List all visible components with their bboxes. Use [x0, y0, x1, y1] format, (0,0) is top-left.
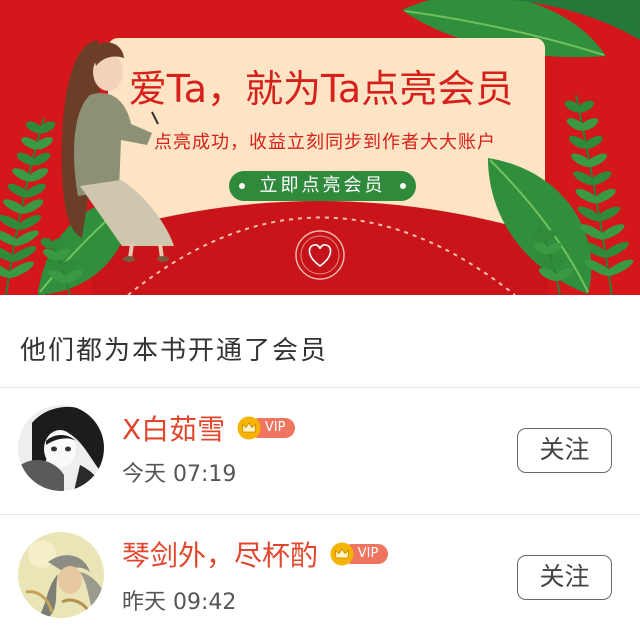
- section-title: 他们都为本书开通了会员: [20, 336, 329, 366]
- avatar[interactable]: [18, 405, 104, 491]
- banner-title: 爱Ta，就为Ta点亮会员: [128, 67, 514, 111]
- banner-subtitle: 点亮成功，收益立刻同步到作者大大账户: [154, 132, 496, 153]
- avatar-anime-girl-icon: [18, 405, 104, 491]
- activate-membership-label: 立即点亮会员: [259, 175, 386, 196]
- vip-badge: VIP: [330, 542, 389, 566]
- member-timestamp: 昨天 09:42: [122, 590, 237, 615]
- activate-membership-button[interactable]: 立即点亮会员: [229, 171, 416, 201]
- member-timestamp: 今天 07:19: [122, 462, 237, 487]
- member-name-line: X白茹雪 VIP: [122, 412, 296, 448]
- follow-button[interactable]: 关注: [517, 428, 612, 473]
- button-dot-left: [239, 183, 245, 189]
- button-dot-right: [400, 183, 406, 189]
- avatar[interactable]: [18, 532, 104, 618]
- member-name-line: 琴剑外，尽杯酌 VIP: [122, 538, 389, 574]
- vip-badge: VIP: [237, 416, 296, 440]
- member-name[interactable]: X白茹雪: [122, 412, 225, 448]
- crown-icon: [330, 542, 354, 566]
- crown-icon: [237, 416, 261, 440]
- member-row: X白茹雪 VIP 今天 07:19 关注: [0, 388, 640, 514]
- follow-button[interactable]: 关注: [517, 555, 612, 600]
- heart-seal-icon: [295, 230, 345, 280]
- avatar-painting-icon: [18, 532, 104, 618]
- member-promo-banner[interactable]: 爱Ta，就为Ta点亮会员 点亮成功，收益立刻同步到作者大大账户 立即点亮会员: [0, 0, 640, 295]
- member-row: 琴剑外，尽杯酌 VIP 昨天 09:42 关注: [0, 515, 640, 633]
- member-name[interactable]: 琴剑外，尽杯酌: [122, 538, 318, 574]
